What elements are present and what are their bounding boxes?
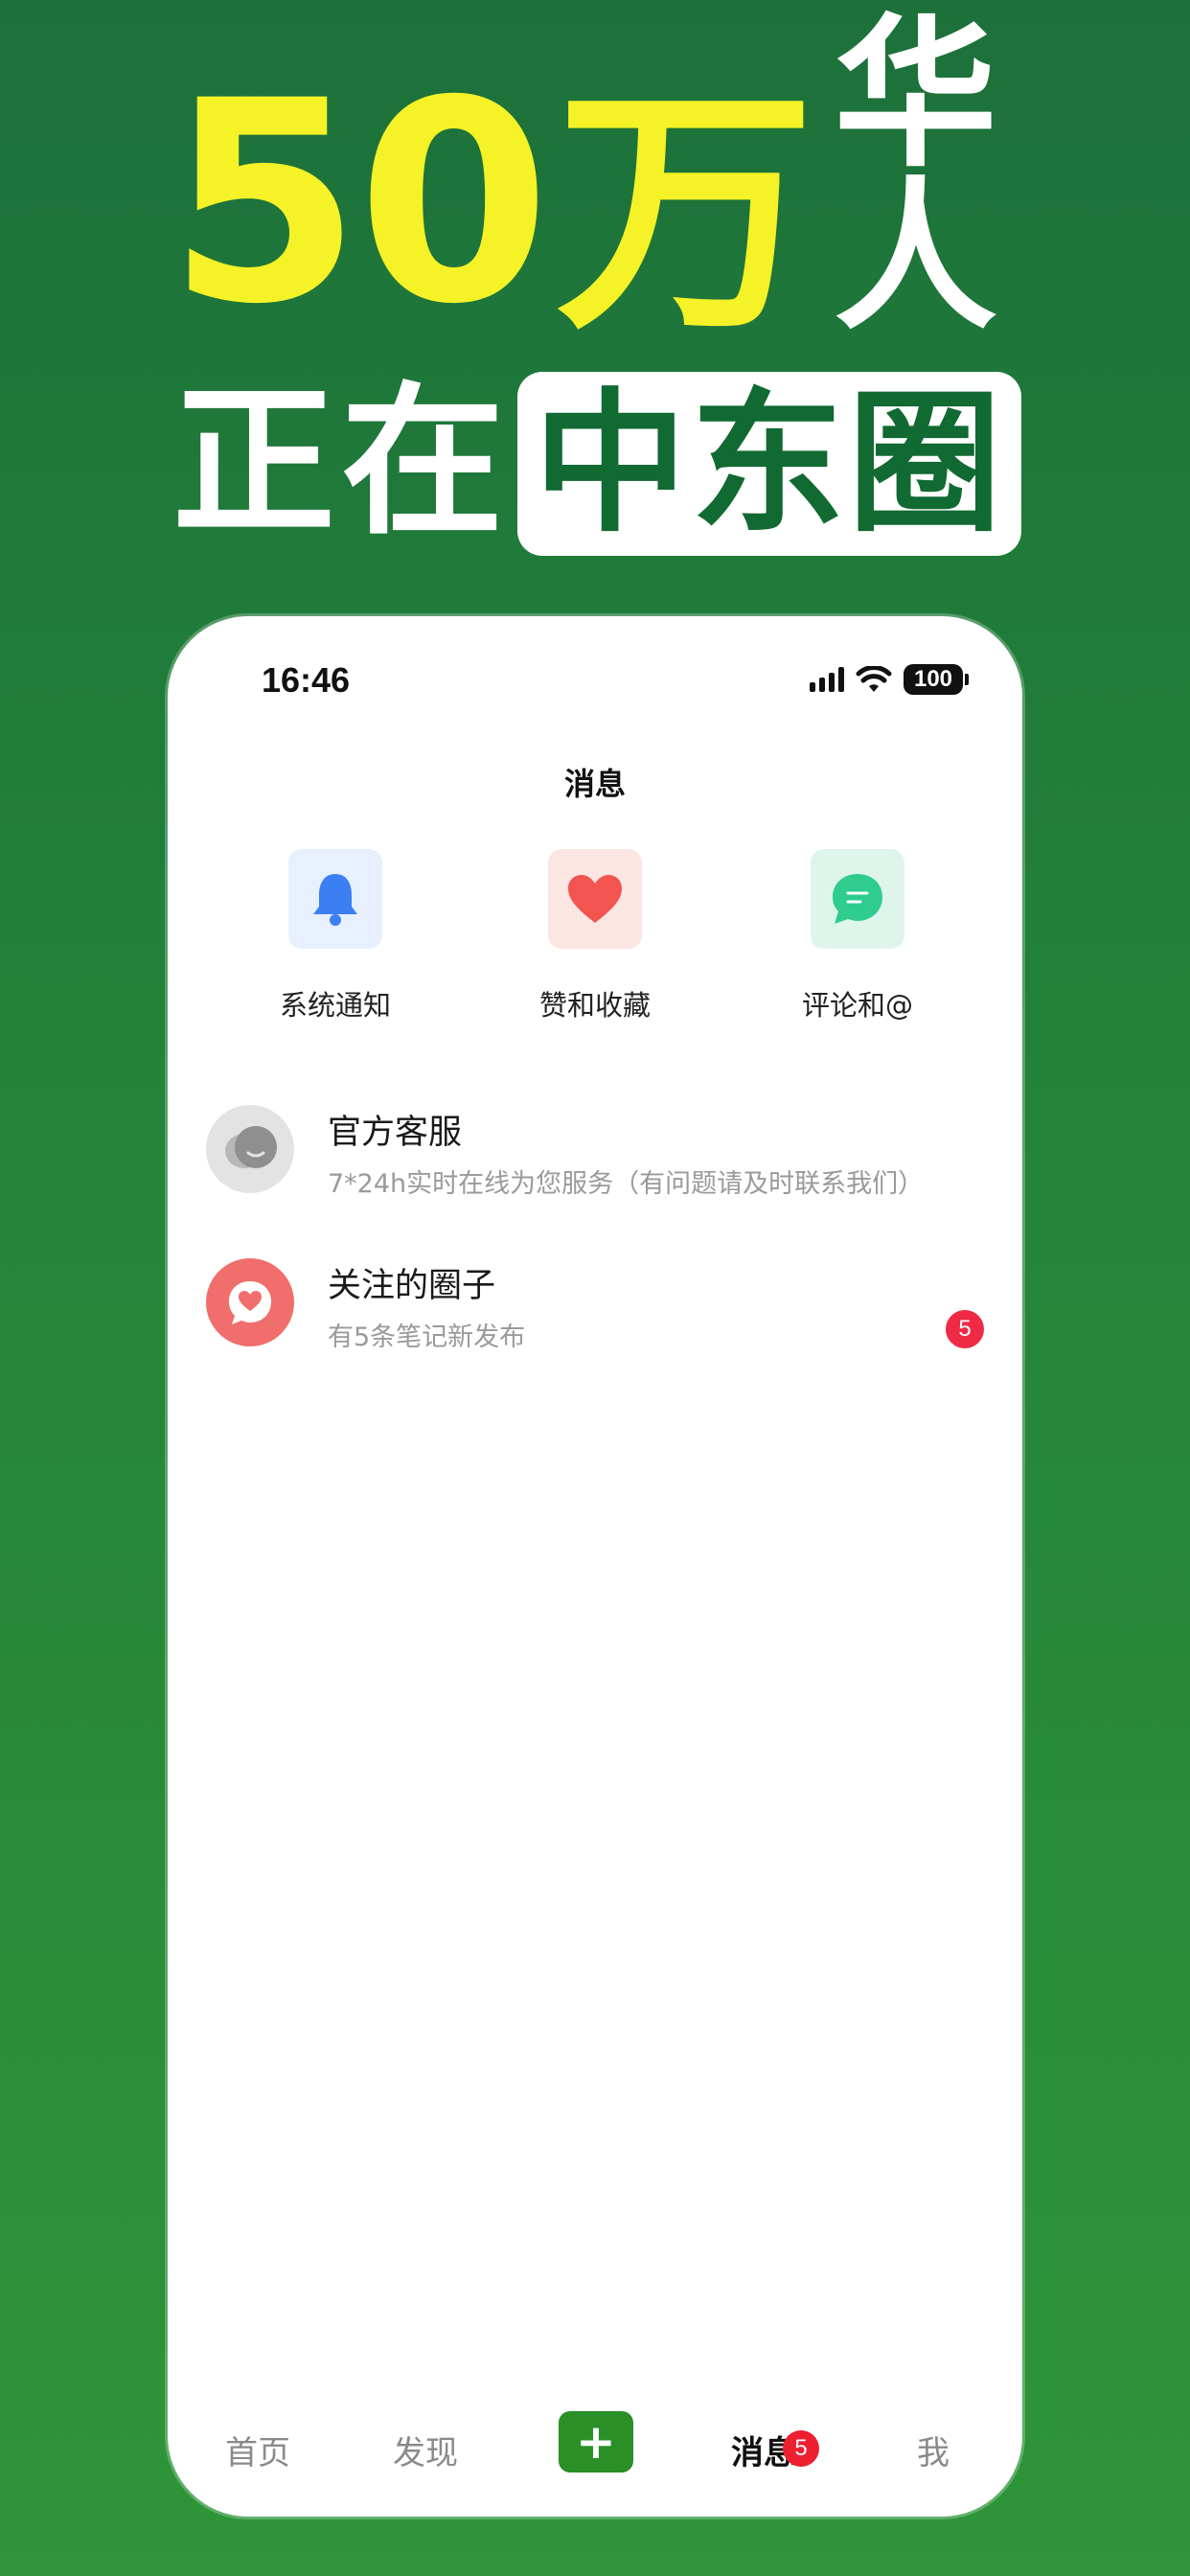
quick-label: 系统通知 — [279, 989, 391, 1022]
signal-icon — [810, 667, 844, 692]
quick-actions: 系统通知 赞和收藏 评论和@ — [168, 849, 1022, 1031]
tab-me[interactable]: 我 — [917, 2426, 950, 2473]
hero-people: 华人 — [834, 0, 997, 353]
battery-indicator: 100 — [904, 664, 969, 695]
hero-subline: 正在 — [172, 372, 510, 554]
quick-label: 评论和@ — [801, 989, 913, 1022]
bell-icon — [288, 849, 382, 949]
tab-discover[interactable]: 发现 — [393, 2426, 458, 2473]
chat-bubble-icon — [811, 849, 904, 949]
quick-comments-mentions[interactable]: 评论和@ — [762, 849, 953, 1024]
quick-likes-favorites[interactable]: 赞和收藏 — [499, 849, 691, 1024]
unread-badge: 5 — [946, 1310, 984, 1348]
list-item-official-support[interactable]: 官方客服 7*24h实时在线为您服务（有问题请及时联系我们） — [206, 1105, 984, 1210]
hero-number: 50 — [168, 42, 551, 365]
status-time: 16:46 — [262, 660, 351, 700]
tab-bar: 首页 发现 + 消息 5 我 — [168, 2382, 1022, 2517]
phone-mockup: 16:46 100 消息 系统通知 赞和收藏 评论和@ 官方客服 7*24h实时… — [168, 616, 1022, 2517]
create-post-button[interactable]: + — [559, 2411, 633, 2472]
message-title: 关注的圈子 — [328, 1267, 496, 1305]
quick-label: 赞和收藏 — [538, 989, 651, 1022]
tab-home[interactable]: 首页 — [225, 2426, 290, 2473]
status-bar: 16:46 100 — [168, 616, 1022, 750]
wifi-icon — [856, 666, 892, 692]
message-subtitle: 有5条笔记新发布 — [328, 1322, 526, 1352]
quick-system-notice[interactable]: 系统通知 — [240, 849, 431, 1024]
message-subtitle: 7*24h实时在线为您服务（有问题请及时联系我们） — [328, 1169, 925, 1199]
hero-wan: 万 — [556, 62, 815, 364]
heart-chat-icon — [206, 1258, 294, 1346]
page-title: 消息 — [563, 766, 626, 802]
customer-service-icon — [206, 1105, 294, 1193]
hero-brand-box: 中东圈 — [517, 372, 1021, 556]
tab-messages-badge: 5 — [783, 2430, 819, 2467]
list-item-followed-circles[interactable]: 关注的圈子 有5条笔记新发布 5 — [206, 1258, 984, 1364]
message-title: 官方客服 — [328, 1114, 463, 1152]
hero-brand: 中东圈 — [533, 374, 1005, 553]
hero-doing: 正在 — [172, 368, 511, 558]
heart-icon — [548, 849, 642, 949]
status-icons: 100 — [810, 664, 969, 695]
hero-headline: 50 万 华人 — [168, 13, 1030, 364]
